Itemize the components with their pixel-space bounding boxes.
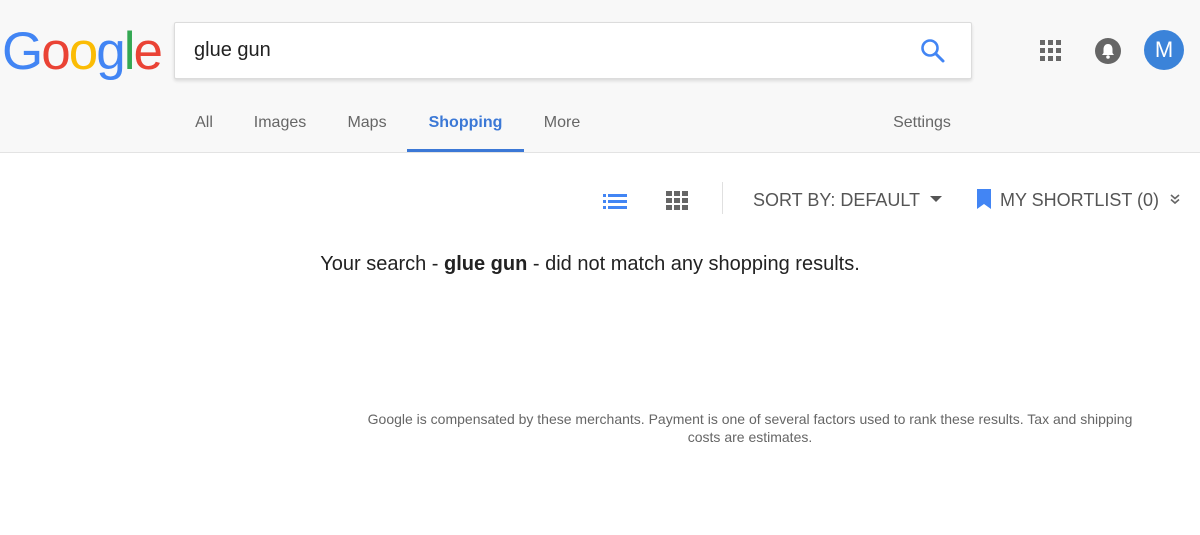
tab-all[interactable]: All (190, 100, 218, 150)
my-shortlist-button[interactable]: MY SHORTLIST (0) (976, 187, 1159, 213)
bell-icon (1102, 44, 1114, 59)
settings-link[interactable]: Settings (888, 100, 956, 150)
grid-view-button[interactable] (666, 191, 688, 211)
search-icon (921, 39, 945, 63)
tab-images[interactable]: Images (250, 100, 310, 150)
notifications-button[interactable] (1095, 38, 1121, 64)
grid-view-icon (666, 191, 688, 210)
sort-label: SORT BY: DEFAULT (753, 190, 921, 210)
apps-button[interactable] (1040, 40, 1062, 62)
message-query: glue gun (444, 253, 528, 275)
page: Google glue gun M All Images Maps Shoppi… (0, 0, 1200, 535)
tab-maps[interactable]: Maps (344, 100, 390, 150)
results-toolbar: SORT BY: DEFAULT MY SHORTLIST (0) (0, 170, 1200, 230)
search-box (174, 22, 972, 79)
search-tabs: All Images Maps Shopping More Settings (0, 100, 1200, 152)
sort-dropdown[interactable]: SORT BY: DEFAULT (753, 187, 943, 213)
logo-letter: o (41, 22, 71, 81)
google-logo[interactable]: Google (2, 22, 163, 82)
message-prefix: Your search - (320, 253, 445, 275)
logo-letter: G (2, 22, 43, 81)
caret-down-icon (930, 196, 943, 203)
tab-shopping[interactable]: Shopping (407, 100, 524, 152)
apps-grid-icon (1040, 40, 1061, 61)
tab-more[interactable]: More (540, 100, 584, 150)
list-view-icon (603, 194, 627, 209)
avatar[interactable]: M (1144, 30, 1184, 70)
header: Google glue gun M All Images Maps Shoppi… (0, 0, 1200, 153)
logo-letter: g (96, 22, 126, 81)
merchant-disclaimer: Google is compensated by these merchants… (367, 411, 1133, 445)
message-suffix: - did not match any shopping results. (527, 253, 860, 275)
search-button[interactable] (919, 37, 947, 65)
expand-shortlist-button[interactable] (1168, 192, 1182, 206)
no-results-message: Your search - glue gun - did not match a… (0, 250, 1180, 278)
logo-letter: l (123, 22, 136, 81)
logo-letter: e (133, 22, 163, 81)
toolbar-divider (722, 182, 723, 214)
list-view-button[interactable] (603, 192, 627, 210)
logo-letter: o (68, 22, 99, 81)
bookmark-icon (977, 189, 991, 210)
chevron-double-down-icon (1170, 194, 1180, 205)
search-input[interactable] (194, 23, 894, 78)
shortlist-label: MY SHORTLIST (0) (1000, 190, 1160, 210)
